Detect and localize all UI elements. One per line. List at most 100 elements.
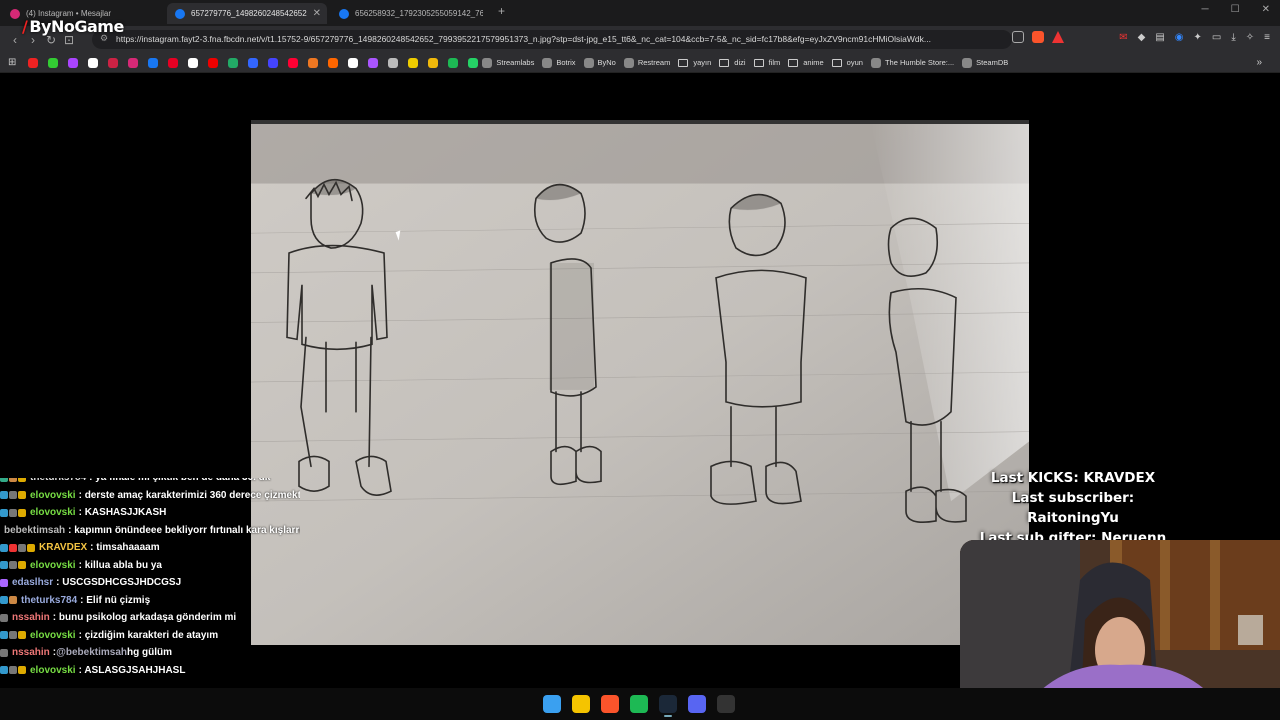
- gmail-icon[interactable]: ✉: [1119, 32, 1127, 43]
- chat-badges: [0, 596, 17, 605]
- chat-username[interactable]: nssahin: [12, 609, 50, 627]
- badge-icon: [9, 631, 17, 640]
- chat-username[interactable]: elovovski: [30, 557, 76, 575]
- chat-username[interactable]: edaslhsr: [12, 574, 53, 592]
- chat-username[interactable]: nssahin: [12, 644, 50, 662]
- extension-icon[interactable]: ◆: [1138, 32, 1146, 43]
- bookmark-item[interactable]: The Humble Store:...: [870, 57, 954, 68]
- spotify-icon[interactable]: [630, 695, 648, 713]
- chat-text: : kapımın önündeee bekliyorr fırtınalı k…: [68, 524, 300, 536]
- bookmark-favicon-icon[interactable]: [88, 57, 99, 68]
- chat-text: : KASHASJJKASH: [78, 507, 167, 518]
- chat-text: hg gülüm: [127, 647, 173, 658]
- badge-icon: [9, 478, 17, 482]
- bookmark-icon-list: [22, 57, 482, 68]
- badge-icon: [9, 561, 17, 570]
- share-icon[interactable]: [1012, 31, 1024, 43]
- bookmark-favicon-icon[interactable]: [108, 57, 119, 68]
- badge-icon: [18, 666, 26, 675]
- chat-text: : ya finale mi çıktık ben de daha 36. dk: [89, 478, 270, 487]
- chat-username[interactable]: elovovski: [30, 662, 76, 680]
- chat-text: : timsahaaaam: [90, 542, 160, 553]
- bookmark-favicon-icon[interactable]: [188, 57, 199, 68]
- tab-image-1[interactable]: 657279776_1498260248542652 ✕: [167, 3, 327, 24]
- download-icon[interactable]: ⤓: [1231, 32, 1235, 43]
- windows-start-icon[interactable]: [543, 695, 561, 713]
- bookmark-favicon-icon[interactable]: [428, 57, 439, 68]
- bookmark-item[interactable]: Botrix: [542, 57, 576, 68]
- extensions-puzzle-icon[interactable]: ✦: [1194, 32, 1202, 43]
- bookmark-favicon-icon[interactable]: [268, 57, 279, 68]
- badge-icon: [0, 543, 8, 552]
- chat-mention[interactable]: @bebektimsah: [56, 644, 127, 662]
- bookmark-favicon-icon[interactable]: [168, 57, 179, 68]
- bookmark-favicon-icon[interactable]: [48, 57, 59, 68]
- chat-username[interactable]: theturks784: [21, 592, 77, 610]
- bookmark-favicon-icon[interactable]: [368, 57, 379, 68]
- extension-icon[interactable]: ◉: [1175, 32, 1184, 43]
- bookmark-favicon-icon[interactable]: [408, 57, 419, 68]
- badge-icon: [18, 491, 26, 500]
- bookmark-favicon-icon[interactable]: [388, 57, 399, 68]
- obs-icon[interactable]: [717, 695, 735, 713]
- bookmark-item[interactable]: SteamDB: [962, 57, 1008, 68]
- brave-shields-icon[interactable]: [1032, 31, 1044, 43]
- brave-rewards-icon[interactable]: [1052, 31, 1064, 43]
- wallet-icon[interactable]: ✧: [1246, 32, 1254, 43]
- chat-username[interactable]: theturks784: [30, 478, 86, 487]
- url-field[interactable]: ⚙ https://instagram.fayt2-3.fna.fbcdn.ne…: [92, 30, 1012, 49]
- bookmark-label: dizi: [734, 58, 746, 67]
- minimize-icon[interactable]: ─: [1202, 4, 1209, 15]
- bookmark-item[interactable]: film: [753, 58, 780, 67]
- badge-icon: [18, 631, 26, 640]
- chat-username[interactable]: elovovski: [30, 627, 76, 645]
- bookmark-favicon-icon[interactable]: [28, 57, 39, 68]
- chat-badges: [0, 613, 8, 622]
- bookmark-label: yayın: [693, 58, 712, 67]
- bookmark-favicon-icon[interactable]: [148, 57, 159, 68]
- menu-icon[interactable]: ≡: [1264, 32, 1270, 43]
- tab-title: 657279776_1498260248542652: [191, 9, 307, 18]
- bookmark-favicon-icon[interactable]: [248, 57, 259, 68]
- bookmark-item[interactable]: oyun: [831, 58, 863, 67]
- extension-icon[interactable]: ▤: [1155, 32, 1164, 43]
- chat-username[interactable]: elovovski: [30, 487, 76, 505]
- chat-text: : USCGSDHCGSJHDCGSJ: [56, 577, 182, 588]
- apps-grid-icon[interactable]: ⊞: [8, 57, 16, 68]
- badge-icon: [0, 648, 8, 657]
- close-tab-icon[interactable]: ✕: [313, 8, 321, 19]
- bookmark-favicon-icon[interactable]: [468, 57, 479, 68]
- discord-icon[interactable]: [688, 695, 706, 713]
- bookmark-favicon-icon[interactable]: [208, 57, 219, 68]
- bookmark-favicon-icon[interactable]: [228, 57, 239, 68]
- new-tab-icon[interactable]: +: [498, 4, 505, 18]
- steam-icon[interactable]: [659, 695, 677, 717]
- badge-icon: [9, 508, 17, 517]
- maximize-icon[interactable]: ☐: [1231, 4, 1240, 15]
- bookmark-favicon-icon[interactable]: [128, 57, 139, 68]
- bookmark-item[interactable]: ByNo: [583, 57, 616, 68]
- bookmark-favicon-icon[interactable]: [68, 57, 79, 68]
- bookmark-favicon-icon[interactable]: [308, 57, 319, 68]
- chat-username[interactable]: bebektimsah: [4, 522, 65, 540]
- folder-icon: [678, 58, 689, 67]
- close-window-icon[interactable]: ✕: [1262, 4, 1270, 15]
- file-explorer-icon[interactable]: [572, 695, 590, 713]
- bookmark-item[interactable]: anime: [788, 58, 824, 67]
- brave-icon[interactable]: [601, 695, 619, 713]
- bookmark-favicon-icon[interactable]: [448, 57, 459, 68]
- bookmark-item[interactable]: Restream: [623, 57, 670, 68]
- bookmark-label: anime: [803, 58, 824, 67]
- chat-username[interactable]: elovovski: [30, 504, 76, 522]
- bookmark-favicon-icon[interactable]: [328, 57, 339, 68]
- sidebar-icon[interactable]: ▭: [1212, 32, 1221, 43]
- chat-username[interactable]: KRAVDEX: [39, 539, 87, 557]
- bookmark-favicon-icon[interactable]: [288, 57, 299, 68]
- bookmark-item[interactable]: yayın: [678, 58, 711, 67]
- more-bookmarks-icon[interactable]: »: [1256, 57, 1262, 68]
- bookmark-favicon-icon: [623, 57, 634, 68]
- bookmark-favicon-icon[interactable]: [348, 57, 359, 68]
- tab-image-2[interactable]: 656258932_1792305255059142_761: [331, 3, 491, 24]
- bookmark-item[interactable]: dizi: [719, 58, 746, 67]
- bookmark-item[interactable]: Streamlabs: [482, 57, 534, 68]
